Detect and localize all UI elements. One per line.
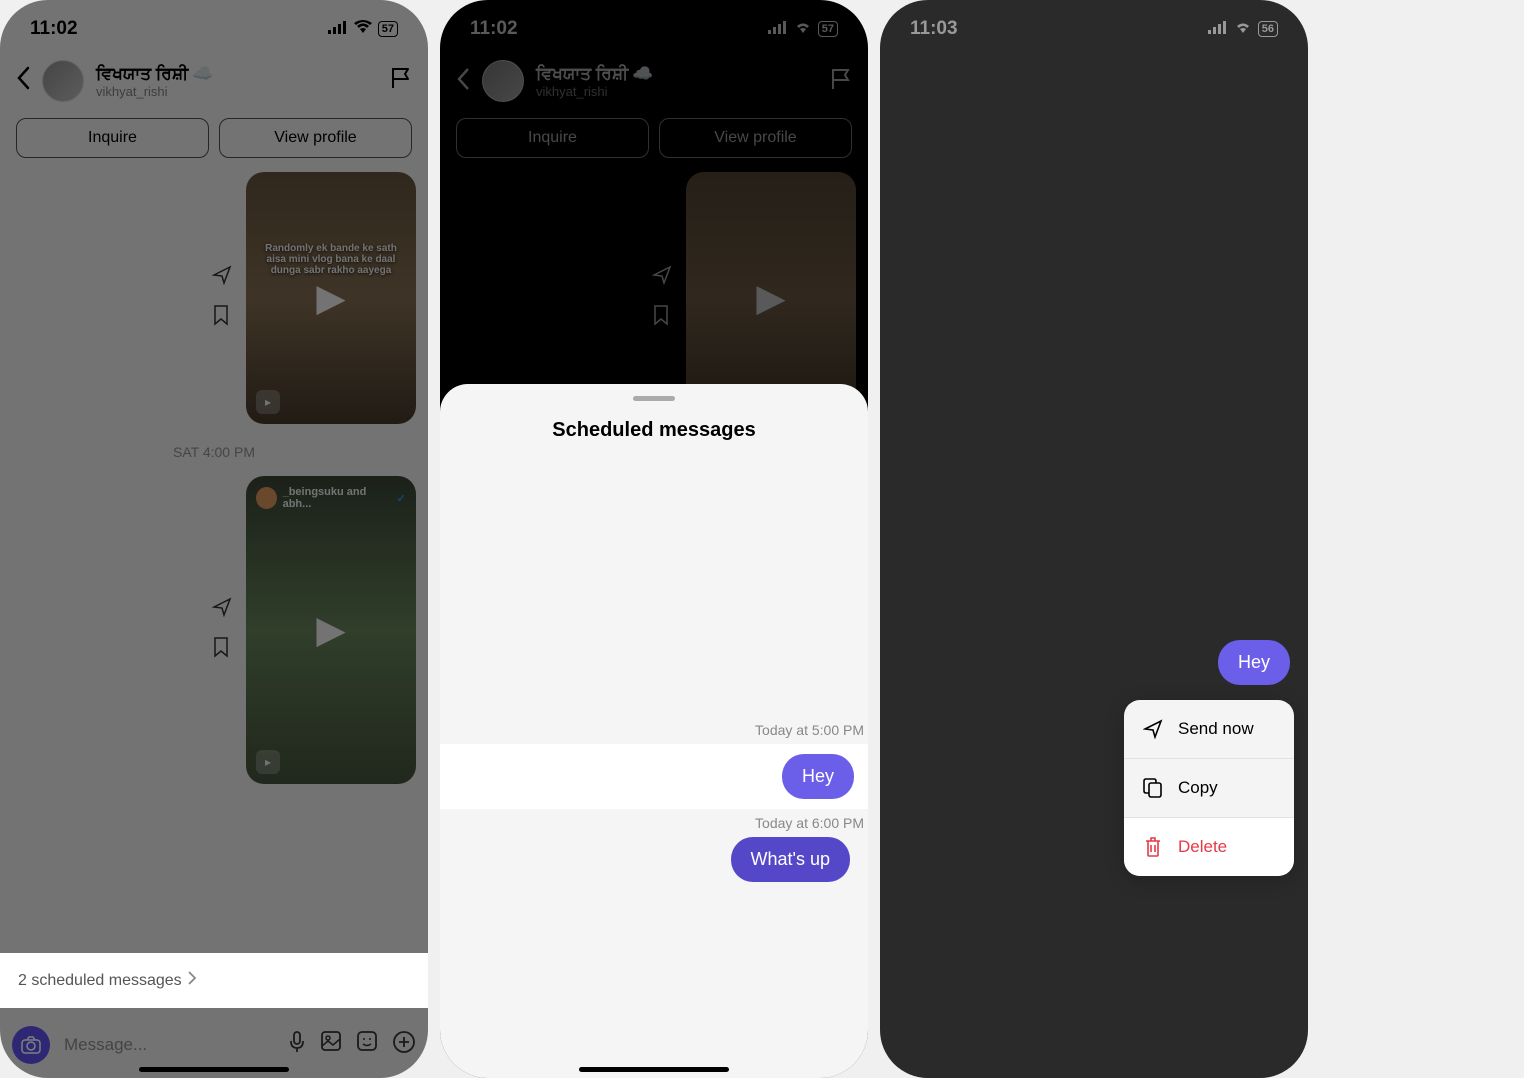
status-indicators: 56 (1208, 18, 1278, 40)
message-input[interactable]: Message... (64, 1035, 274, 1055)
contact-name: ਵਿਖਯਾਤ ਰਿਸ਼ੀ☁️ (96, 64, 378, 84)
share-icon[interactable] (212, 265, 232, 290)
message-actions (212, 476, 236, 784)
message-bubble[interactable]: What's up (731, 837, 850, 882)
scheduled-messages-sheet: Scheduled messages Today at 5:00 PM Hey … (440, 384, 868, 1078)
reel-avatar (256, 487, 277, 509)
timestamp: SAT 4:00 PM (12, 444, 416, 460)
play-icon: ▶ (756, 276, 785, 321)
bookmark-icon[interactable] (652, 304, 672, 331)
home-indicator[interactable] (579, 1067, 729, 1072)
send-icon (1142, 718, 1164, 740)
scheduled-item: Today at 6:00 PM What's up (440, 815, 868, 882)
status-time: 11:03 (910, 18, 958, 40)
play-icon: ▶ (316, 276, 345, 321)
status-indicators: 57 (328, 18, 398, 40)
delete-option[interactable]: Delete (1124, 818, 1294, 876)
avatar[interactable] (42, 60, 84, 102)
context-menu: Send now Copy Delete (1124, 700, 1294, 876)
view-profile-button[interactable]: View profile (219, 118, 412, 158)
status-indicators: 57 (768, 18, 838, 40)
scheduled-bubble-highlighted[interactable]: Hey (440, 744, 868, 809)
phone-screenshot-2: 11:02 57 ਵਿਖਯਾਤ ਰਿਸ਼ੀ☁️ vikhyat_rishi In… (440, 0, 868, 1078)
inquire-button[interactable]: Inquire (16, 118, 209, 158)
contact-username: vikhyat_rishi (536, 84, 818, 99)
reel-caption: Randomly ek bande ke sath aisa mini vlog… (246, 243, 416, 276)
message-reel-2: _beingsuku and abh... ✓ ▶ ▸ (12, 476, 416, 784)
view-profile-button[interactable]: View profile (659, 118, 852, 158)
share-icon[interactable] (212, 597, 232, 622)
camera-button[interactable] (12, 1026, 50, 1064)
message-actions (212, 172, 236, 424)
status-bar: 11:03 56 (880, 0, 1308, 50)
avatar[interactable] (482, 60, 524, 102)
copy-icon (1142, 777, 1164, 799)
status-bar: 11:02 57 (0, 0, 428, 50)
wifi-icon (354, 18, 372, 40)
scheduled-time: Today at 6:00 PM (440, 815, 868, 831)
sheet-title: Scheduled messages (440, 419, 868, 442)
reel-username: _beingsuku and abh... (283, 486, 391, 510)
wifi-icon (794, 18, 812, 40)
menu-label: Send now (1178, 719, 1254, 739)
home-indicator[interactable] (139, 1067, 289, 1072)
battery-icon: 57 (378, 21, 398, 37)
image-icon[interactable] (320, 1030, 342, 1060)
signal-icon (768, 18, 788, 40)
battery-icon: 57 (818, 21, 838, 37)
phone-screenshot-1: 11:02 57 ਵਿਖਯਾਤ ਰਿਸ਼ੀ☁️ (0, 0, 428, 1078)
share-icon[interactable] (652, 265, 672, 290)
wifi-icon (1234, 18, 1252, 40)
verified-icon: ✓ (397, 492, 406, 505)
compose-actions (288, 1030, 416, 1060)
scheduled-time: Today at 5:00 PM (440, 722, 868, 738)
battery-icon: 56 (1258, 21, 1278, 37)
menu-label: Copy (1178, 778, 1218, 798)
sticker-icon[interactable] (356, 1030, 378, 1060)
scheduled-count-label: 2 scheduled messages (18, 972, 182, 990)
reel-thumbnail[interactable]: Randomly ek bande ke sath aisa mini vlog… (246, 172, 416, 424)
messages-list[interactable]: Randomly ek bande ke sath aisa mini vlog… (0, 172, 428, 784)
selected-message-bubble[interactable]: Hey (1218, 640, 1290, 685)
phone-screenshot-3: 11:03 56 Hey Send now Copy Delete (880, 0, 1308, 1078)
contact-username: vikhyat_rishi (96, 84, 378, 99)
plus-icon[interactable] (392, 1030, 416, 1060)
header-info[interactable]: ਵਿਖਯਾਤ ਰਿਸ਼ੀ☁️ vikhyat_rishi (96, 64, 378, 99)
scheduled-item: Today at 5:00 PM Hey (440, 722, 868, 809)
sheet-handle[interactable] (633, 396, 675, 401)
bookmark-icon[interactable] (212, 304, 232, 331)
send-now-option[interactable]: Send now (1124, 700, 1294, 759)
contact-name: ਵਿਖਯਾਤ ਰਿਸ਼ੀ☁️ (536, 64, 818, 84)
message-bubble: Hey (782, 754, 854, 799)
header-info[interactable]: ਵਿਖਯਾਤ ਰਿਸ਼ੀ☁️ vikhyat_rishi (536, 64, 818, 99)
compose-bar: Message... (12, 1026, 416, 1064)
scheduled-messages-bar[interactable]: 2 scheduled messages (0, 953, 428, 1008)
back-icon[interactable] (16, 65, 30, 97)
status-time: 11:02 (30, 18, 78, 40)
bookmark-icon[interactable] (212, 636, 232, 663)
copy-option[interactable]: Copy (1124, 759, 1294, 818)
flag-icon[interactable] (830, 67, 852, 96)
reel-thumbnail[interactable]: _beingsuku and abh... ✓ ▶ ▸ (246, 476, 416, 784)
reel-author: _beingsuku and abh... ✓ (256, 486, 406, 510)
menu-label: Delete (1178, 837, 1227, 857)
mic-icon[interactable] (288, 1030, 306, 1060)
reels-badge-icon: ▸ (256, 390, 280, 414)
trash-icon (1142, 836, 1164, 858)
inquire-button[interactable]: Inquire (456, 118, 649, 158)
message-reel-1: Randomly ek bande ke sath aisa mini vlog… (12, 172, 416, 424)
status-time: 11:02 (470, 18, 518, 40)
action-row: Inquire View profile (0, 112, 428, 172)
flag-icon[interactable] (390, 66, 412, 96)
chevron-right-icon (188, 971, 196, 990)
chat-header: ਵਿਖਯਾਤ ਰਿਸ਼ੀ☁️ vikhyat_rishi (0, 50, 428, 112)
play-icon: ▶ (316, 608, 345, 653)
signal-icon (1208, 18, 1228, 40)
signal-icon (328, 18, 348, 40)
back-icon[interactable] (456, 67, 470, 96)
reels-badge-icon: ▸ (256, 750, 280, 774)
